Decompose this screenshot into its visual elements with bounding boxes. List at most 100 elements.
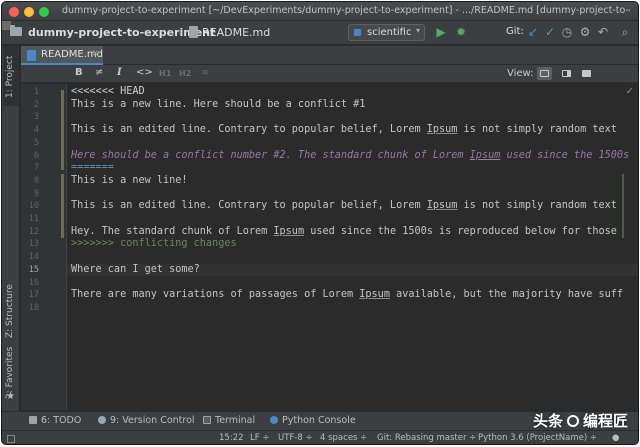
spellcheck-word: Ipsum (359, 289, 390, 301)
markdown-toolbar: B ≠ I <> H1 H2 ∞ View: (21, 65, 638, 83)
star-icon: ★ (6, 391, 15, 402)
line-number: 10 (28, 201, 39, 212)
folder-icon (10, 25, 22, 36)
breadcrumb-file[interactable]: README.md (202, 26, 270, 39)
italic-button[interactable]: I (117, 67, 122, 78)
minimize-window-button[interactable] (24, 7, 34, 17)
ide-window: dummy-project-to-experiment [~/DevExperi… (1, 1, 639, 445)
tool-window-python-console[interactable]: Python Console (270, 415, 356, 426)
indent-selector[interactable]: 4 spaces ÷ (320, 433, 367, 443)
tool-window-structure[interactable]: Z: Structure (3, 264, 19, 344)
markdown-file-icon (189, 26, 198, 38)
close-icon[interactable]: × (91, 48, 99, 59)
code-line: >>>>>>> conflicting changes (71, 238, 237, 250)
chevron-down-icon: ▾ (415, 26, 420, 35)
line-number: 9 (33, 188, 39, 199)
preview-only-view-button[interactable] (579, 67, 594, 80)
spellcheck-word: Ipsum (469, 149, 501, 161)
todo-icon (29, 416, 37, 424)
todo-label: 6: TODO (41, 415, 82, 426)
gear-icon[interactable]: ⚙ (578, 25, 592, 39)
close-window-button[interactable] (9, 7, 19, 17)
line-number: 7 (33, 163, 39, 174)
line-number: 18 (28, 302, 39, 313)
revert-icon[interactable]: ↶ (596, 25, 610, 39)
heading2-button[interactable]: H2 (179, 69, 191, 78)
code-line: This is a new line. Here should be a con… (71, 98, 366, 110)
line-number: 15 (28, 264, 39, 275)
editor-tabs: README.md × (21, 46, 638, 65)
bold-button[interactable]: B (75, 67, 83, 78)
split-view-icon (562, 70, 571, 77)
watermark-left: 头条 (532, 412, 563, 430)
caret-position[interactable]: 15:22 (219, 433, 244, 443)
vcs-change-marker[interactable] (61, 90, 64, 170)
maximize-window-button[interactable] (39, 7, 49, 17)
tab-readme[interactable]: README.md × (21, 46, 103, 65)
line-number: 2 (33, 99, 39, 110)
link-button[interactable]: ∞ (201, 67, 209, 78)
vcs-change-marker[interactable] (61, 174, 64, 238)
line-number: 17 (28, 290, 39, 301)
split-view-button[interactable] (559, 67, 574, 80)
code-line: This is an edited line. Contrary to popu… (71, 200, 617, 212)
title-bar: dummy-project-to-experiment [~/DevExperi… (2, 2, 638, 21)
watermark-right: 编程匠 (582, 412, 628, 430)
search-icon[interactable]: ⌕ (618, 25, 632, 39)
tool-window-version-control[interactable]: 9: Version Control (98, 415, 195, 426)
python-console-icon (270, 416, 278, 424)
watermark-logo-icon (566, 415, 579, 427)
status-bar: 15:22 LF ÷ UTF-8 ÷ 4 spaces ÷ Git: Rebas… (2, 430, 638, 444)
breadcrumb-project[interactable]: dummy-project-to-experiment (28, 26, 215, 39)
git-branch-status[interactable]: Git: Rebasing master ÷ (377, 433, 476, 443)
run-configuration-label: scientific (367, 27, 412, 38)
tool-window-terminal[interactable]: Terminal (203, 415, 255, 426)
strikethrough-button[interactable]: ≠ (95, 67, 103, 78)
code-line: <<<<<<< HEAD (71, 86, 145, 97)
terminal-label: Terminal (215, 415, 256, 426)
version-control-icon (98, 416, 106, 424)
line-separator-selector[interactable]: LF ÷ (250, 433, 269, 443)
line-number: 8 (33, 175, 39, 186)
line-number: 4 (33, 125, 39, 136)
editor-only-view-button[interactable] (537, 67, 552, 80)
run-icon[interactable]: ▶ (434, 25, 448, 39)
line-number: 12 (28, 226, 39, 237)
code-button[interactable]: <> (136, 67, 153, 78)
python-console-label: Python Console (282, 415, 356, 426)
run-configuration-dropdown[interactable]: scientific ▾ (348, 24, 425, 41)
interpreter-selector[interactable]: Python 3.6 (ProjectName) ÷ (478, 433, 597, 443)
tool-windows-toggle-icon[interactable] (7, 435, 15, 443)
tool-window-todo[interactable]: 6: TODO (29, 415, 81, 426)
navigation-bar: dummy-project-to-experiment › README.md … (2, 21, 638, 45)
vcs-history-icon[interactable]: ◷ (560, 25, 574, 39)
version-control-label: 9: Version Control (110, 415, 195, 426)
code-line: Hey. The standard chunk of Lorem Ipsum u… (71, 225, 617, 237)
line-number: 11 (28, 214, 39, 224)
code-line: There are many variations of passages of… (71, 289, 624, 301)
lock-icon[interactable]: ● (612, 433, 619, 443)
code-line: Here should be a conflict number #2. The… (71, 149, 630, 161)
python-config-icon (354, 29, 361, 36)
spellcheck-word: Ipsum (426, 200, 458, 212)
line-number: 16 (28, 277, 39, 288)
line-number: 6 (33, 150, 39, 161)
heading1-button[interactable]: H1 (159, 69, 171, 78)
encoding-selector[interactable]: UTF-8 ÷ (278, 433, 313, 443)
vcs-commit-icon[interactable]: ✓ (543, 25, 557, 39)
debug-icon[interactable]: ✹ (454, 25, 468, 39)
window-title: dummy-project-to-experiment [~/DevExperi… (62, 5, 630, 16)
breadcrumb-separator-icon: › (178, 27, 182, 38)
left-tool-strip: 1: Project Z: Structure 2: Favorites ★ (2, 46, 20, 411)
code-editor[interactable]: <<<<<<< HEAD This is a new line. Here sho… (67, 84, 638, 410)
watermark: 头条 编程匠 (533, 410, 628, 431)
inspection-ok-icon: ✓ (625, 86, 634, 97)
view-label: View: (507, 68, 534, 79)
code-line: Where can I get some? (71, 263, 200, 275)
line-number: 13 (28, 239, 39, 250)
editor-view-icon (540, 70, 549, 77)
editor-gutter: 1 2 3 4 5 6 7 8 9 10 11 12 13 14 15 16 17 18 (21, 84, 67, 410)
line-number: 5 (33, 137, 39, 148)
vcs-update-icon[interactable]: ↙ (526, 25, 540, 39)
tool-window-project[interactable]: 1: Project (3, 46, 19, 106)
